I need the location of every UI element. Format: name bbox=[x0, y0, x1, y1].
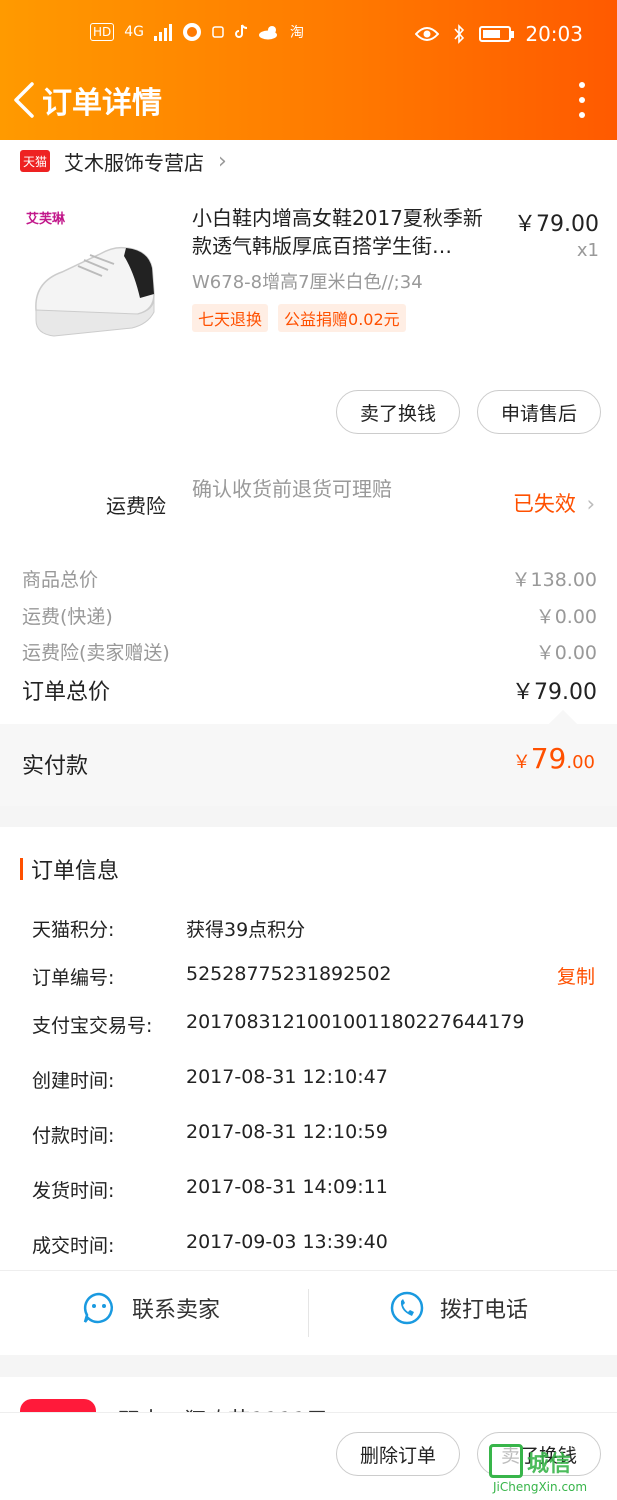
summary-value: ￥138.00 bbox=[511, 569, 597, 591]
summary-value: ￥0.00 bbox=[535, 642, 597, 664]
currency-symbol: ￥ bbox=[512, 752, 531, 773]
info-value: 2017-08-31 14:09:11 bbox=[186, 1176, 388, 1198]
action-divider bbox=[308, 1289, 309, 1337]
summary-value: ￥0.00 bbox=[535, 606, 597, 628]
watermark-name: 城信 bbox=[527, 1452, 572, 1477]
product-image[interactable]: 艾芙琳 bbox=[22, 202, 162, 352]
info-label: 天猫积分: bbox=[32, 919, 115, 941]
tag-seven-day-return: 七天退换 bbox=[192, 304, 269, 332]
tiktok-icon bbox=[235, 24, 248, 38]
contact-seller-label: 联系卖家 bbox=[132, 1298, 221, 1323]
copy-order-number-button[interactable]: 复制 bbox=[557, 962, 595, 989]
summary-row: 运费险(卖家赠送) ￥0.00 bbox=[22, 638, 597, 665]
amount-integer: 79 bbox=[530, 742, 567, 775]
page-title: 订单详情 bbox=[42, 86, 162, 121]
header-bar: HD 4G 淘 20:03 订单详情 bbox=[0, 0, 617, 140]
taobao-icon: 淘 bbox=[290, 25, 305, 41]
brand-logo: 艾芙琳 bbox=[26, 212, 66, 227]
info-value: 获得39点积分 bbox=[186, 919, 306, 941]
weather-icon bbox=[259, 26, 278, 40]
chevron-right-icon: › bbox=[586, 492, 595, 516]
order-total-row: 订单总价 ￥79.00 bbox=[22, 674, 597, 706]
network-type: 4G bbox=[124, 24, 145, 40]
summary-label: 商品总价 bbox=[22, 569, 99, 591]
tag-charity-donation: 公益捐赠0.02元 bbox=[278, 304, 406, 332]
product-quantity: x1 bbox=[576, 240, 599, 261]
watermark-logo-icon bbox=[489, 1444, 523, 1478]
browser-app-icon bbox=[183, 23, 202, 41]
apply-aftersale-button[interactable]: 申请售后 bbox=[477, 390, 601, 434]
order-info-heading: 订单信息 bbox=[20, 853, 119, 885]
summary-label: 运费险(卖家赠送) bbox=[22, 642, 170, 664]
info-label: 付款时间: bbox=[32, 1125, 115, 1147]
info-label: 发货时间: bbox=[32, 1180, 115, 1202]
order-info-card: 订单信息 天猫积分: 获得39点积分 订单编号: 525287752318925… bbox=[0, 827, 617, 1355]
info-label: 支付宝交易号: bbox=[32, 1015, 153, 1037]
info-value: 52528775231892502 bbox=[186, 963, 392, 985]
site-watermark: 城信 JiChengXin.com bbox=[489, 1444, 609, 1496]
call-phone-button[interactable]: 拨打电话 bbox=[390, 1291, 528, 1325]
insurance-status-text: 已失效 bbox=[512, 492, 576, 516]
back-arrow-icon[interactable] bbox=[10, 80, 40, 120]
caret-decoration bbox=[548, 709, 578, 739]
heading-accent-bar bbox=[20, 858, 23, 880]
battery-icon bbox=[479, 26, 515, 42]
status-bar: HD 4G 淘 20:03 bbox=[0, 22, 617, 52]
status-time: 20:03 bbox=[525, 22, 583, 46]
sell-item-button[interactable]: 卖了换钱 bbox=[336, 390, 460, 434]
actual-payment-amount: ￥79.00 bbox=[513, 742, 595, 775]
order-total-value: ￥79.00 bbox=[512, 680, 597, 705]
app-notification-icon bbox=[212, 26, 224, 38]
recommendation-card[interactable]: 双十一狂欢节1111元 bbox=[0, 1377, 617, 1417]
product-sku: W678-8增高7厘米白色//;34 bbox=[192, 272, 423, 293]
summary-row: 运费(快递) ￥0.00 bbox=[22, 602, 597, 629]
actual-payment-box: 实付款 ￥79.00 bbox=[0, 709, 617, 806]
delete-order-button[interactable]: 删除订单 bbox=[336, 1432, 460, 1476]
contact-action-bar: 联系卖家 拨打电话 bbox=[0, 1270, 617, 1355]
more-options-icon[interactable] bbox=[577, 82, 587, 118]
actual-payment-label: 实付款 bbox=[22, 754, 89, 779]
shipping-insurance-status[interactable]: 已失效 › bbox=[513, 488, 595, 518]
info-label: 订单编号: bbox=[32, 967, 115, 989]
bluetooth-icon bbox=[454, 24, 465, 44]
chat-smile-icon bbox=[83, 1292, 113, 1324]
order-item-card: 天猫 艾木服饰专营店 › 艾芙琳 小白鞋内增高女鞋2017夏秋季新款透气韩版厚底… bbox=[0, 140, 617, 806]
eye-icon bbox=[415, 27, 440, 41]
signal-icon bbox=[154, 23, 173, 41]
info-value: 2017-08-31 12:10:59 bbox=[186, 1121, 388, 1143]
phone-icon bbox=[390, 1291, 424, 1325]
product-price: ￥79.00 bbox=[514, 212, 599, 237]
hd-indicator: HD bbox=[90, 23, 115, 41]
info-label: 创建时间: bbox=[32, 1070, 115, 1092]
info-label: 成交时间: bbox=[32, 1235, 115, 1257]
chevron-right-icon: › bbox=[218, 148, 227, 174]
order-total-label: 订单总价 bbox=[22, 680, 111, 705]
summary-row: 商品总价 ￥138.00 bbox=[22, 565, 597, 592]
shipping-insurance-label: 运费险 bbox=[106, 494, 166, 518]
amount-decimal: .00 bbox=[566, 752, 595, 773]
summary-label: 运费(快递) bbox=[22, 606, 113, 628]
store-link[interactable]: 天猫 艾木服饰专营店 › bbox=[20, 144, 227, 178]
watermark-url: JiChengXin.com bbox=[493, 1480, 588, 1494]
call-phone-label: 拨打电话 bbox=[440, 1298, 529, 1323]
product-title[interactable]: 小白鞋内增高女鞋2017夏秋季新款透气韩版厚底百搭学生街… bbox=[192, 204, 502, 260]
info-value: 2017083121001001180227644179 bbox=[186, 1011, 525, 1033]
shipping-insurance-desc: 确认收货前退货可理赔 bbox=[192, 477, 392, 501]
contact-seller-button[interactable]: 联系卖家 bbox=[82, 1291, 220, 1325]
store-name: 艾木服饰专营店 bbox=[64, 150, 204, 175]
tmall-badge-icon: 天猫 bbox=[20, 150, 50, 172]
order-info-title: 订单信息 bbox=[31, 859, 120, 884]
info-value: 2017-08-31 12:10:47 bbox=[186, 1066, 388, 1088]
service-tags: 七天退换 公益捐赠0.02元 bbox=[192, 304, 406, 332]
info-value: 2017-09-03 13:39:40 bbox=[186, 1231, 388, 1253]
